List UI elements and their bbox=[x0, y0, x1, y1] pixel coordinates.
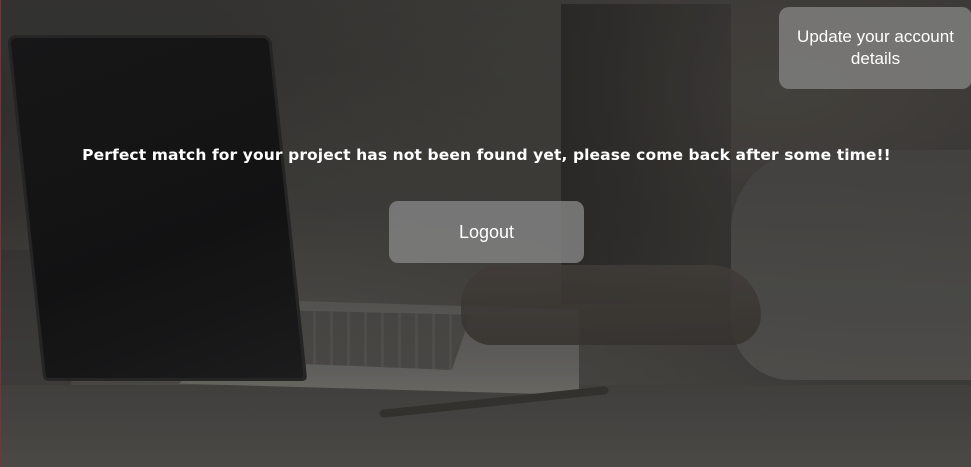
status-message: Perfect match for your project has not b… bbox=[82, 146, 891, 164]
logout-button[interactable]: Logout bbox=[389, 201, 584, 263]
update-account-details-button[interactable]: Update your account details bbox=[779, 7, 971, 89]
page: Update your account details Perfect matc… bbox=[0, 0, 971, 467]
